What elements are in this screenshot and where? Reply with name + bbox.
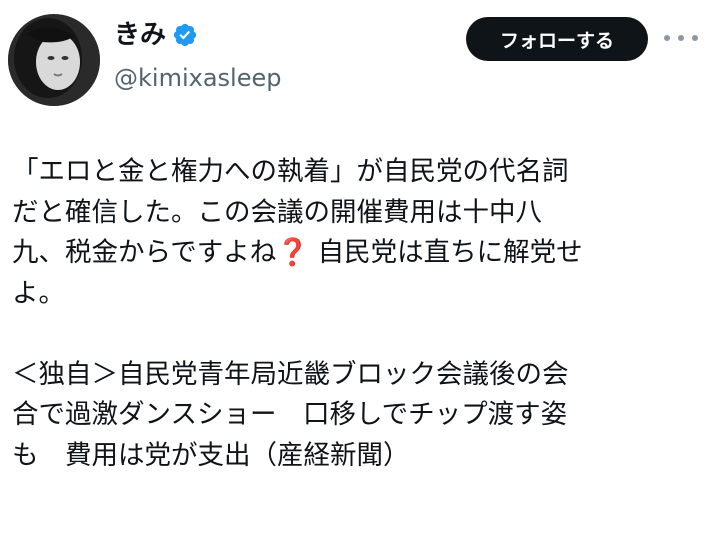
tweet-text: 「エロと金と権力への執着」が自民党の代名詞 だと確信した。この会議の開催費用は十… (12, 152, 702, 476)
question-mark-emoji-icon: ❓ (276, 237, 310, 268)
tweet-line: ＜独自＞自民党青年局近畿ブロック会議後の会 (12, 358, 569, 390)
tweet-line: 合で過激ダンスショー 口移しでチップ渡す姿 (12, 399, 568, 430)
tweet-line: 九、税金からですよね❓ 自民党は直ちに解党せ (12, 233, 702, 274)
dot (664, 35, 670, 41)
tweet-line: 「エロと金と権力への執着」が自民党の代名詞 (12, 156, 569, 187)
tweet-line: よ。 (12, 277, 65, 309)
verified-badge-icon (173, 23, 197, 47)
avatar-image (8, 14, 100, 106)
dot (678, 35, 684, 41)
avatar[interactable] (8, 14, 100, 106)
display-name[interactable]: きみ (114, 22, 166, 48)
more-dots-icon[interactable] (664, 28, 698, 48)
tweet-line: も 費用は党が支出（産経新聞） (12, 439, 410, 471)
tweet-line: だと確信した。この会議の開催費用は十中八 (12, 196, 542, 228)
dot (692, 35, 698, 41)
tweet-line-text: 九、税金からですよね (12, 237, 277, 268)
user-name-row: きみ (114, 22, 198, 48)
tweet-line-text: 自民党は直ちに解党せ (309, 237, 583, 268)
user-handle[interactable]: @kimixasleep (114, 64, 281, 92)
follow-button[interactable]: フォローする (466, 17, 648, 61)
